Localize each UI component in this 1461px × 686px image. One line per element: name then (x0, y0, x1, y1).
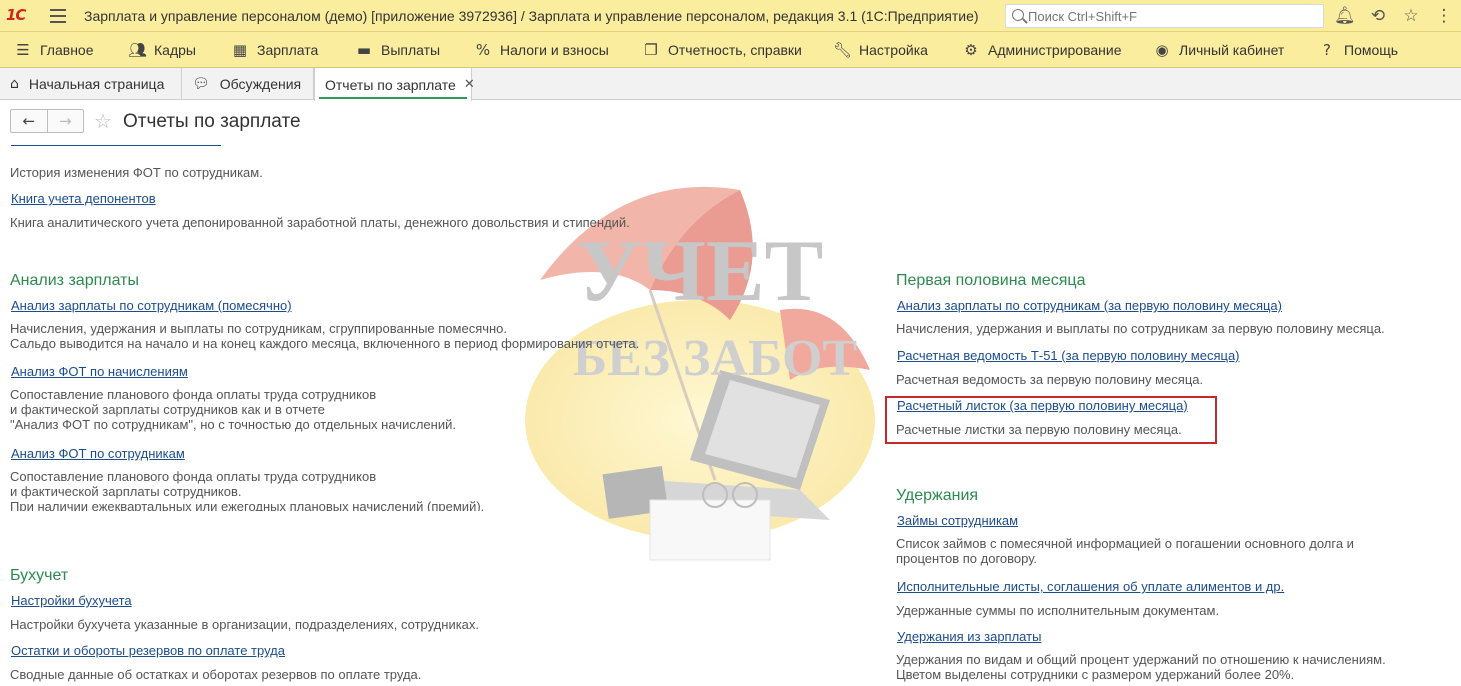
percent-icon: % (475, 40, 491, 59)
back-arrow-icon[interactable]: ← (11, 110, 48, 132)
menu-item-label: Личный кабинет (1179, 41, 1285, 58)
search-input[interactable] (1028, 7, 1318, 25)
section-heading-deductions: Удержания (896, 487, 979, 504)
report-description: Сопоставление планового фонда оплаты тру… (10, 387, 377, 402)
report-description: Начисления, удержания и выплаты по сотру… (10, 321, 508, 336)
tab-salary-reports[interactable]: Отчеты по зарплате ✕ (314, 68, 475, 101)
wrench-icon: 🔧︎ (833, 40, 853, 59)
tab-label: Отчеты по зарплате (325, 76, 456, 93)
close-icon[interactable]: ✕ (464, 77, 475, 92)
user-circle-icon: ◉ (1155, 40, 1169, 59)
section-heading-first-half: Первая половина месяца (896, 272, 1086, 289)
report-link-t51-first-half[interactable]: Расчетная ведомость Т-51 (за первую поло… (897, 348, 1240, 363)
report-link-fot-by-employees[interactable]: Анализ ФОТ по сотрудникам (11, 446, 185, 461)
title-bar: 1С Зарплата и управление персоналом (дем… (0, 0, 1461, 32)
report-link-reserve-balances[interactable]: Остатки и обороты резервов по оплате тру… (11, 643, 285, 658)
favorites-star-icon[interactable]: ☆ (1401, 6, 1421, 26)
app-title: Зарплата и управление персоналом (демо) … (84, 8, 979, 24)
menu-item-taxes[interactable]: % Налоги и взносы (474, 32, 609, 67)
main-menu-icon[interactable] (50, 9, 66, 23)
tab-label: Обсуждения (219, 76, 302, 92)
search-icon (1012, 9, 1024, 21)
section-menu-bar: ☰ Главное 👥︎ Кадры ▦ Зарплата ▬ Выплаты … (0, 32, 1461, 68)
menu-item-settings[interactable]: 🔧︎ Настройка (833, 32, 928, 67)
report-description: Удержания по видам и общий процент удерж… (896, 652, 1386, 667)
report-description: Цветом выделены сотрудники с размером уд… (896, 667, 1295, 682)
report-description: Начисления, удержания и выплаты по сотру… (896, 321, 1385, 336)
report-link-salary-analysis-first-half[interactable]: Анализ зарплаты по сотрудникам (за перву… (897, 298, 1282, 313)
question-icon: ? (1323, 40, 1331, 59)
menu-item-label: Администрирование (988, 41, 1122, 58)
report-link-deponent-book[interactable]: Книга учета депонентов (11, 191, 156, 206)
watermark-line1: УЧЕТ (577, 223, 824, 320)
report-description: процентов по договору. (896, 551, 1038, 566)
favorite-star-icon[interactable]: ☆ (94, 109, 112, 133)
section-heading-salary-analysis: Анализ зарплаты (10, 272, 139, 289)
history-icon[interactable]: ⟲ (1368, 6, 1388, 26)
report-description: и фактической зарплаты сотрудников как и… (10, 402, 325, 417)
report-description: Книга аналитического учета депонированно… (10, 215, 630, 230)
navigation-buttons: ← → (10, 109, 84, 133)
tab-label: Начальная страница (28, 76, 165, 92)
home-icon: ⌂ (10, 76, 19, 92)
menu-item-salary[interactable]: ▦ Зарплата (231, 32, 318, 67)
menu-item-label: Настройка (859, 41, 928, 58)
gear-icon: ⚙ (964, 40, 978, 59)
section-heading-accounting: Бухучет (10, 567, 69, 584)
more-menu-icon[interactable]: ⋮ (1434, 6, 1454, 26)
report-link-payslip-first-half[interactable]: Расчетный листок (за первую половину мес… (897, 398, 1188, 413)
menu-item-label: Выплаты (381, 41, 441, 58)
report-link-writs-alimony[interactable]: Исполнительные листы, соглашения об упла… (897, 579, 1284, 594)
report-link-accounting-settings[interactable]: Настройки бухучета (11, 593, 132, 608)
report-description: Удержанные суммы по исполнительным докум… (896, 603, 1220, 618)
report-list-panel: УЧЕТ БЕЗ ЗАБОТ История изменения ФОТ по … (0, 140, 1461, 686)
menu-item-account[interactable]: ◉ Личный кабинет (1153, 32, 1284, 67)
menu-item-label: Налоги и взносы (500, 41, 609, 58)
clipped-report-link[interactable] (11, 140, 221, 146)
report-description: Список займов с помесячной информацией о… (896, 536, 1354, 551)
report-link-salary-analysis-monthly[interactable]: Анализ зарплаты по сотрудникам (помесячн… (11, 298, 292, 313)
menu-item-label: Кадры (154, 41, 196, 58)
search-box[interactable] (1005, 4, 1324, 28)
report-link-employee-loans[interactable]: Займы сотрудникам (897, 513, 1018, 528)
menu-item-label: Отчетность, справки (668, 41, 802, 58)
calculator-icon: ▦ (232, 40, 248, 59)
report-description: Расчетная ведомость за первую половину м… (896, 372, 1204, 387)
report-description: Настройки бухучета указанные в организац… (10, 617, 480, 632)
report-link-fot-by-accruals[interactable]: Анализ ФОТ по начислениям (11, 364, 188, 379)
wallet-icon: ▬ (356, 40, 372, 59)
hamburger-icon: ☰ (16, 40, 30, 59)
bell-icon[interactable]: 🔔︎ (1334, 6, 1356, 26)
menu-item-administration[interactable]: ⚙ Администрирование (962, 32, 1122, 67)
menu-item-hr[interactable]: 👥︎ Кадры (128, 32, 196, 67)
people-icon: 👥︎ (128, 40, 148, 59)
menu-item-help[interactable]: ? Помощь (1318, 32, 1398, 67)
menu-item-payments[interactable]: ▬ Выплаты (355, 32, 440, 67)
page-title: Отчеты по зарплате (123, 111, 301, 132)
menu-item-main[interactable]: ☰ Главное (14, 32, 94, 67)
menu-item-label: Помощь (1344, 41, 1399, 58)
menu-item-label: Главное (40, 41, 94, 58)
menu-item-label: Зарплата (257, 41, 319, 58)
forward-arrow-icon[interactable]: → (48, 110, 84, 132)
report-description: "Анализ ФОТ по сотрудникам", но с точнос… (10, 417, 456, 432)
tab-bar: ⌂ Начальная страница 💬︎ Обсуждения Отчет… (0, 68, 1461, 101)
report-description: Сводные данные об остатках и оборотах ре… (10, 667, 422, 682)
report-description: Расчетные листки за первую половину меся… (896, 422, 1182, 437)
documents-icon: ❐ (644, 40, 658, 59)
chat-icon: 💬︎ (192, 76, 210, 92)
tab-home[interactable]: ⌂ Начальная страница (0, 68, 182, 100)
report-link-salary-deductions[interactable]: Удержания из зарплаты (897, 629, 1041, 644)
report-description: Сопоставление планового фонда оплаты тру… (10, 469, 377, 484)
report-description: Сальдо выводится на начало и на конец ка… (10, 336, 640, 351)
menu-item-reports[interactable]: ❐ Отчетность, справки (642, 32, 802, 67)
report-description: При наличии ежеквартальных или ежегодных… (10, 499, 485, 511)
tab-discussions[interactable]: 💬︎ Обсуждения (182, 68, 314, 100)
report-description: История изменения ФОТ по сотрудникам. (10, 165, 263, 180)
app-logo: 1С (6, 6, 26, 24)
report-description: и фактической зарплаты сотрудников. (10, 484, 242, 499)
